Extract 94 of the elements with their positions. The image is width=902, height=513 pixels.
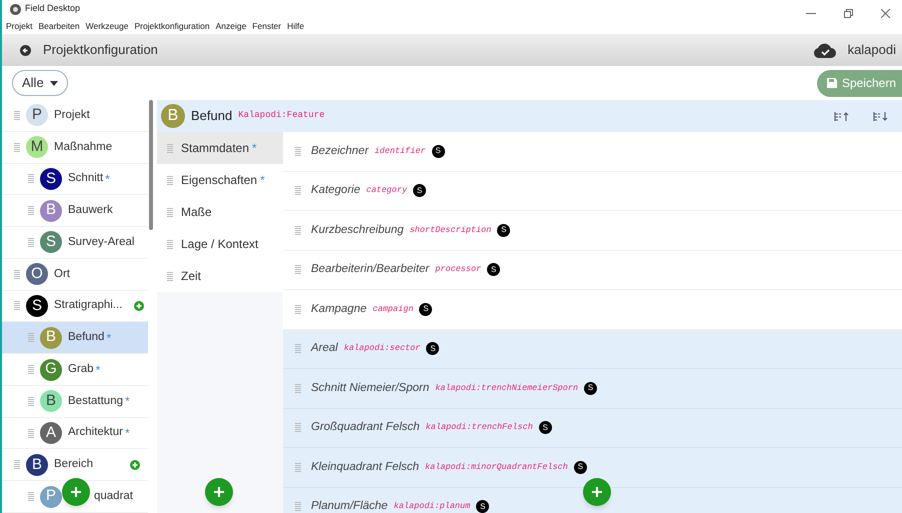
source-badge: S (432, 144, 445, 158)
field-identifier: campaign (372, 302, 414, 316)
source-badge: S (584, 382, 598, 395)
source-badge: S (426, 342, 440, 356)
menu-item[interactable]: Projektkonfiguration (134, 20, 210, 32)
field-row[interactable]: Bearbeiterin/Bearbeiter processor S (283, 250, 902, 290)
group-name: Lage / Kontext (181, 236, 258, 253)
field-row[interactable]: Planum/Fläche kalapodi:planum S (283, 488, 902, 513)
field-label: Kampagne (311, 302, 367, 317)
group-name: Eigenschaften (181, 172, 258, 189)
category-name: Ort (54, 266, 70, 282)
category-name: Maßnahme (54, 140, 112, 155)
field-identifier: shortDescription (410, 224, 492, 237)
modified-marker: * (124, 425, 130, 442)
category-item[interactable]: A Architektur * (2, 418, 148, 450)
modified-marker: * (106, 330, 112, 347)
window-title: Field Desktop (25, 2, 80, 16)
source-badge: S (538, 421, 552, 434)
category-avatar: B (26, 454, 48, 476)
menu-item[interactable]: Hilfe (287, 20, 304, 32)
category-avatar: O (26, 263, 48, 286)
menu-item[interactable]: Projekt (6, 20, 32, 32)
category-name: Befund (68, 330, 104, 346)
category-avatar: A (40, 422, 62, 444)
category-title: Befund (191, 107, 232, 126)
field-label: Schnitt Niemeier/Sporn (311, 380, 430, 396)
field-identifier: kalapodi:trenchFelsch (426, 421, 533, 434)
category-name: Projekt (54, 108, 90, 123)
field-identifier: kalapodi:trenchNiemeierSporn (435, 382, 578, 395)
category-avatar: G (40, 358, 62, 380)
category-avatar: P (26, 104, 48, 126)
field-identifier: category (366, 184, 408, 198)
field-identifier: identifier (374, 144, 426, 158)
field-label: Kleinquadrant Felsch (311, 460, 420, 475)
category-avatar: B (40, 200, 62, 222)
category-avatar: B (40, 326, 62, 349)
field-label: Bearbeiterin/Bearbeiter (311, 262, 430, 278)
category-avatar: M (26, 136, 48, 158)
category-avatar: P (40, 486, 62, 508)
field-label: Bezeichner (311, 144, 369, 159)
group-item[interactable]: Stammdaten * (157, 132, 283, 164)
field-row[interactable]: Kleinquadrant Felsch kalapodi:minorQuadrantFelsch S (283, 448, 902, 488)
field-label: Areal (311, 341, 338, 356)
field-label: Planum/Fläche (311, 499, 388, 513)
category-name: Survey-Areal (68, 234, 134, 250)
source-badge: S (487, 263, 500, 276)
category-avatar: B (161, 104, 185, 128)
category-name: Schnitt (68, 171, 104, 186)
menu-item[interactable]: Werkzeuge (86, 20, 128, 32)
field-label: Kurzbeschreibung (311, 222, 404, 238)
page-title: Projektkonfiguration (43, 41, 158, 60)
modified-marker: * (252, 140, 257, 157)
category-avatar: B (40, 390, 62, 412)
group-name: Maße (181, 204, 212, 221)
field-row[interactable]: Areal kalapodi:sector S (283, 330, 902, 369)
category-avatar: S (40, 168, 62, 190)
modified-marker: * (124, 393, 130, 410)
modified-marker: * (96, 362, 100, 378)
menu-item[interactable]: Anzeige (216, 20, 246, 32)
category-identifier: Kalapodi:Feature (238, 109, 325, 122)
modified-marker: * (260, 172, 265, 189)
field-label: Kategorie (311, 183, 360, 198)
field-identifier: kalapodi:sector (344, 342, 420, 356)
category-name: Bestattung (68, 394, 123, 409)
field-identifier: kalapodi:planum (394, 500, 470, 513)
category-name: quadrat (94, 488, 134, 504)
field-row[interactable]: Großquadrant Felsch kalapodi:trenchFelsch S (283, 408, 902, 448)
source-badge: S (413, 184, 426, 198)
category-name: Bereich (54, 457, 93, 472)
category-item[interactable]: B Befund * (2, 322, 148, 354)
modified-marker: * (105, 170, 110, 188)
category-name: Architektur (68, 425, 123, 440)
group-name: Stammdaten (181, 140, 250, 157)
source-badge: S (497, 224, 510, 237)
category-item[interactable]: S Stratigraphi... (2, 290, 148, 322)
menu-item[interactable]: Bearbeiten (38, 20, 80, 32)
source-badge: S (476, 500, 490, 513)
menu-item[interactable]: Fenster (252, 20, 282, 32)
field-row[interactable]: Schnitt Niemeier/Sporn kalapodi:trenchNiemeierSporn S (283, 369, 902, 408)
category-name: Bauwerk (68, 203, 113, 218)
field-identifier: kalapodi:minorQuadrantFelsch (425, 460, 568, 474)
source-badge: S (574, 460, 587, 474)
field-identifier: processor (435, 263, 482, 276)
field-row[interactable]: Kategorie category S (283, 172, 902, 211)
category-avatar: S (26, 294, 48, 317)
filter-dropdown[interactable]: Alle (12, 70, 68, 96)
category-name: Stratigraphi... (54, 298, 122, 314)
source-badge: S (419, 302, 432, 316)
category-name: Grab (68, 362, 94, 377)
group-name: Zeit (181, 268, 202, 285)
category-item[interactable]: S Schnitt * (2, 164, 148, 196)
field-label: Großquadrant Felsch (311, 420, 420, 436)
category-avatar: S (40, 231, 62, 254)
project-name: kalapodi (848, 41, 896, 60)
